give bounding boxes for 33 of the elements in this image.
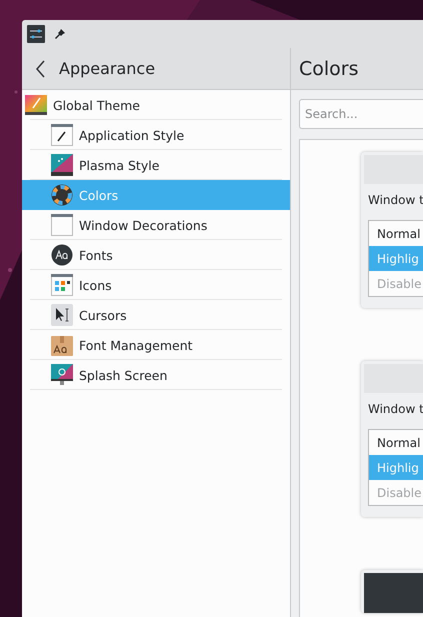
icons-grid-icon [51, 274, 73, 296]
font-circle-icon [51, 244, 73, 266]
sidebar-title: Appearance [59, 59, 156, 78]
sidebar-item[interactable]: Font Management [22, 330, 290, 360]
pin-icon[interactable] [54, 28, 66, 40]
search-field[interactable]: Search... [299, 99, 423, 129]
sidebar-item[interactable]: Icons [22, 270, 290, 300]
sidebar-item[interactable]: Application Style [22, 120, 290, 150]
color-wheel-icon [51, 184, 73, 206]
sidebar-item[interactable]: Plasma Style [22, 150, 290, 180]
preview-row-text: Disable [376, 276, 423, 292]
color-scheme-preview[interactable] [361, 570, 423, 613]
sidebar-item[interactable]: Cursors [22, 300, 290, 330]
preview-row-text: Normal [376, 226, 422, 242]
back-icon[interactable] [36, 60, 46, 78]
palette-icon [25, 94, 47, 116]
cursor-icon [51, 304, 73, 326]
preview-row-text: Normal [376, 434, 422, 452]
sidebar-item[interactable]: Global Theme [22, 90, 290, 120]
sidebar-item[interactable]: Fonts [22, 240, 290, 270]
font-box-icon [51, 334, 73, 356]
monitor-icon [51, 364, 73, 386]
window-icon [51, 214, 73, 236]
settings-app-icon[interactable] [27, 25, 45, 43]
sidebar-item[interactable]: Splash Screen [22, 360, 290, 390]
plasma-style-icon [51, 154, 73, 176]
sidebar-item[interactable]: Window Decorations [22, 210, 290, 240]
preview-row: Highlig [369, 455, 423, 480]
preview-row-text: Disable [376, 484, 423, 502]
preview-titlebar [364, 573, 423, 613]
preview-row: Highlig [369, 246, 423, 271]
page-title: Colors [299, 58, 359, 80]
brush-window-icon [51, 124, 73, 146]
